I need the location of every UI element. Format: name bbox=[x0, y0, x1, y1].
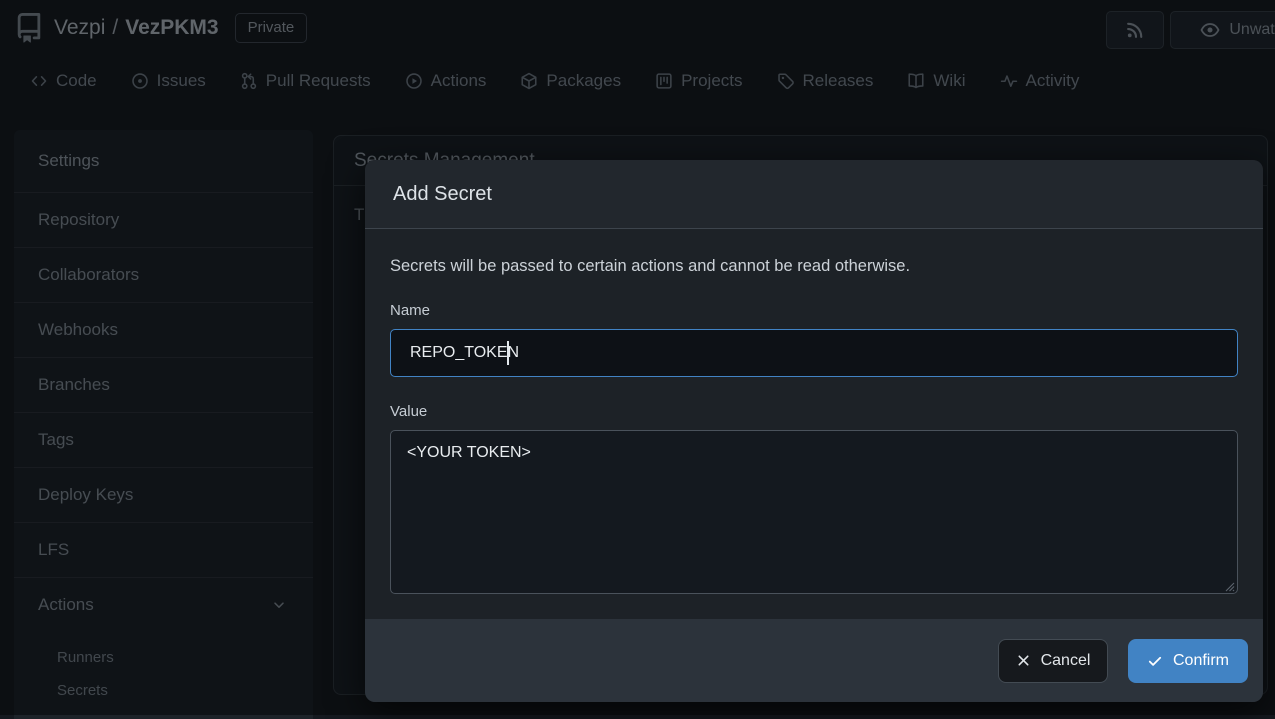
secret-value-textarea[interactable]: <YOUR TOKEN> bbox=[390, 430, 1238, 594]
add-secret-modal: Add Secret Secrets will be passed to cer… bbox=[365, 160, 1263, 702]
close-icon bbox=[1016, 653, 1031, 668]
modal-body: Secrets will be passed to certain action… bbox=[365, 229, 1263, 619]
secret-description-text: Secrets will be passed to certain action… bbox=[390, 257, 1238, 276]
modal-footer: Cancel Confirm bbox=[365, 619, 1263, 702]
text-caret bbox=[507, 341, 509, 365]
cancel-button[interactable]: Cancel bbox=[998, 639, 1108, 683]
name-field-wrap bbox=[390, 329, 1238, 377]
confirm-button[interactable]: Confirm bbox=[1128, 639, 1248, 683]
value-field-label: Value bbox=[390, 403, 1238, 420]
name-field-label: Name bbox=[390, 302, 1238, 319]
secret-name-input[interactable] bbox=[390, 329, 1238, 377]
modal-title: Add Secret bbox=[365, 160, 1263, 229]
resize-grip-icon[interactable] bbox=[1220, 577, 1236, 593]
check-icon bbox=[1147, 653, 1163, 669]
value-field-wrap: <YOUR TOKEN> bbox=[390, 430, 1238, 599]
